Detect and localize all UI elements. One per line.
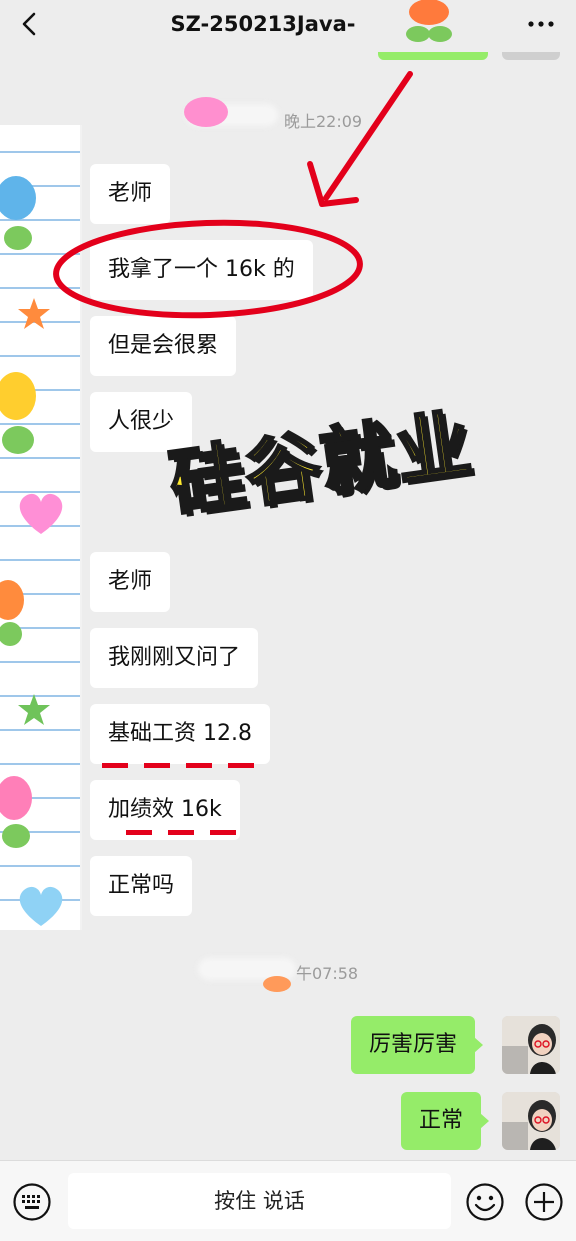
self-avatar[interactable] xyxy=(502,1016,560,1074)
timestamp: 午07:58 xyxy=(296,964,359,983)
incoming-message[interactable]: 但是会很累 xyxy=(90,316,237,376)
avatar-photo-icon xyxy=(502,1016,560,1074)
red-dashed-underline xyxy=(102,763,264,768)
self-avatar[interactable] xyxy=(502,1092,560,1150)
chat-input-bar: 按住 说话 xyxy=(0,1160,576,1241)
flower-sticker xyxy=(406,0,452,42)
blue-flower-sticker xyxy=(0,176,36,250)
incoming-message[interactable]: 我刚刚又问了 xyxy=(90,628,259,688)
outgoing-message[interactable]: 正常 xyxy=(401,1092,490,1150)
pink-heart-sticker xyxy=(19,493,63,534)
incoming-message[interactable]: 基础工资 12.8 xyxy=(90,704,270,764)
green-star-sticker xyxy=(18,694,50,725)
avatar-photo-icon xyxy=(502,1092,560,1150)
outgoing-message[interactable]: 厉害厉害 xyxy=(351,1016,484,1074)
keyboard-icon[interactable] xyxy=(12,1182,52,1222)
previous-avatar-fragment xyxy=(502,52,560,60)
incoming-message[interactable]: 老师 xyxy=(90,164,171,224)
small-orange-sticker xyxy=(263,976,291,992)
pink-tulip-sticker xyxy=(0,776,32,848)
plus-icon[interactable] xyxy=(524,1182,564,1222)
overlay-headline: 硅谷就业 xyxy=(163,400,479,530)
blue-heart-sticker xyxy=(19,886,63,926)
heart-sticker xyxy=(184,97,228,127)
chat-header: SZ-250213Java- xyxy=(0,0,576,52)
yellow-flower-sticker xyxy=(0,372,36,454)
orange-flower-sticker xyxy=(0,580,24,646)
previous-message-fragment xyxy=(378,52,488,60)
incoming-message[interactable]: 老师 xyxy=(90,552,171,612)
incoming-message[interactable]: 正常吗 xyxy=(90,856,193,916)
star-sticker xyxy=(18,298,50,329)
hold-to-talk-button[interactable]: 按住 说话 xyxy=(68,1173,451,1229)
red-dashed-underline xyxy=(126,830,244,835)
red-circle-annotation xyxy=(53,219,363,319)
red-arrow-annotation xyxy=(307,71,413,207)
emoji-icon[interactable] xyxy=(465,1182,505,1222)
more-options-icon[interactable] xyxy=(526,10,556,38)
chat-title: SZ-250213Java- xyxy=(170,12,356,36)
